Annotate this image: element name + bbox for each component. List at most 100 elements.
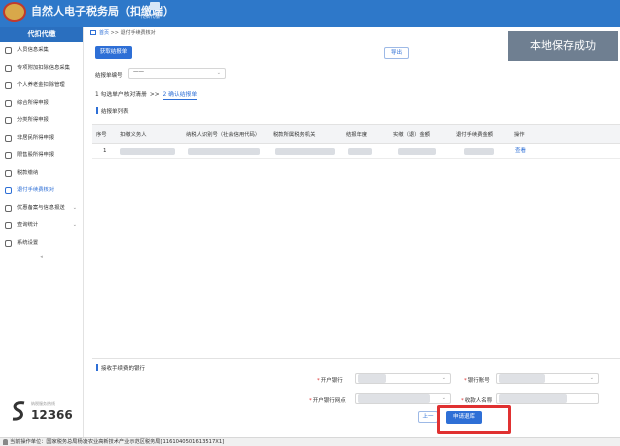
collapse-icon[interactable]: ◂: [0, 254, 83, 260]
table-row[interactable]: 1 查看: [92, 144, 620, 159]
hotline-logo-icon: [12, 401, 25, 421]
sidebar-item-label: 查询统计: [17, 222, 39, 228]
sidebar-item-preferential[interactable]: 优惠备案与信息报送 ⌄: [0, 200, 83, 218]
report-number-value: 一一: [133, 70, 145, 76]
bank-label-text: 开户银行: [320, 378, 343, 384]
payee-label-text: 收款人名称: [464, 398, 493, 404]
export-button[interactable]: 导出: [384, 47, 409, 59]
breadcrumb: 首页 >> 退付手续费核对: [90, 29, 156, 36]
sidebar-item-classified[interactable]: 分类所得申报: [0, 112, 83, 130]
hotline-number: 12366: [31, 408, 73, 422]
column-header: 扣缴义务人: [120, 132, 147, 138]
redacted-withholder: [120, 148, 175, 155]
status-bar: 当前操作单位：国家税务总局杨凌农业高新技术产业示范区税务局[1161040501…: [0, 437, 620, 446]
previous-button[interactable]: 上一: [418, 411, 438, 423]
document-icon: [5, 204, 12, 212]
person-icon: [5, 134, 12, 142]
redacted-fee-amount: [464, 148, 494, 155]
step-indicator: 1 勾选单户核对清册 >> 2 确认结报单: [95, 89, 198, 100]
payee-select[interactable]: [496, 393, 599, 404]
chevron-down-icon: ⌄: [72, 222, 77, 228]
branch-label-text: 开户银行网点: [312, 398, 346, 404]
document-icon: [5, 169, 12, 177]
sidebar-item-query[interactable]: 查询统计 ⌄: [0, 217, 83, 235]
save-success-toast: 本地保存成功: [508, 31, 618, 61]
bank-select[interactable]: ⌄: [355, 373, 451, 384]
sidebar-item-label: 专项附加扣除信息采集: [17, 64, 70, 71]
hotline-caption: 纳税服务热线: [31, 401, 55, 406]
sidebar-item-label: 分类所得申报: [17, 117, 49, 123]
redacted-tax-office: [275, 148, 335, 155]
sidebar-item-special-deduction[interactable]: 专项附加扣除信息采集: [0, 60, 83, 78]
column-header: 操作: [514, 132, 525, 138]
bank-panel: 接收手续费的银行 *开户银行 ⌄ *银行账号 ⌄ *开户银行网点 ⌄ *收款人名…: [92, 358, 620, 436]
app-header: 自然人电子税务局（扣缴端） 代扣代缴: [0, 0, 620, 27]
edit-icon: [5, 187, 12, 194]
search-icon: [5, 222, 12, 229]
column-header: 税款所属税务机关: [273, 132, 316, 138]
user-icon: [3, 439, 8, 445]
breadcrumb-home[interactable]: 首页: [99, 30, 109, 36]
sidebar-item-personnel[interactable]: 人员信息采集: [0, 42, 83, 60]
gear-icon: [5, 99, 12, 107]
sidebar-item-label: 退付手续费核对: [17, 187, 55, 193]
withholding-tab-icon[interactable]: [150, 2, 160, 10]
table-header: 序号 扣缴义务人 纳税人识别号（社会信用代码） 税款所属税务机关 结报年度 实缴…: [92, 124, 620, 144]
sidebar-item-fee-refund[interactable]: 退付手续费核对: [0, 182, 83, 200]
sidebar-item-settings[interactable]: 系统设置: [0, 235, 83, 253]
redacted-bank: [358, 374, 386, 383]
column-header: 实缴（退）金额: [393, 132, 431, 138]
sidebar-item-pension[interactable]: 个人养老金扣除管理: [0, 77, 83, 95]
breadcrumb-separator: >>: [110, 30, 119, 36]
report-number-label: 结报单编号: [95, 73, 123, 79]
settings-icon: [5, 239, 12, 247]
sidebar-item-label: 限售股所得申报: [17, 152, 55, 158]
required-mark: *: [317, 378, 320, 384]
chart-icon: [5, 152, 12, 159]
branch-select[interactable]: ⌄: [355, 393, 451, 404]
sidebar-item-tax-payment[interactable]: 税款缴纳: [0, 165, 83, 183]
redacted-taxpayer-id: [188, 148, 260, 155]
required-mark: *: [464, 378, 467, 384]
main-content: 首页 >> 退付手续费核对 获取结报单 导出 结报单编号 一一 ⌄ 1 勾选单户…: [85, 27, 620, 437]
account-select[interactable]: ⌄: [496, 373, 599, 384]
sidebar-item-label: 非居民所得申报: [17, 134, 55, 141]
sidebar-item-label: 优惠备案与信息报送: [17, 204, 65, 211]
chevron-down-icon: ⌄: [589, 375, 594, 381]
annotation-highlight-box: [437, 405, 511, 434]
step-confirm-report[interactable]: 2 确认结报单: [162, 92, 198, 100]
bank-label: *开户银行: [317, 376, 343, 384]
sidebar-item-comprehensive[interactable]: 综合所得申报: [0, 95, 83, 113]
user-icon: [5, 47, 12, 54]
home-icon[interactable]: [90, 30, 96, 35]
tax-emblem-icon: [3, 2, 26, 22]
redacted-account: [499, 374, 545, 383]
step-select-list[interactable]: 1 勾选单户核对清册: [95, 92, 147, 98]
branch-label: *开户银行网点: [309, 396, 346, 404]
sidebar: 代扣代缴 人员信息采集 专项附加扣除信息采集 个人养老金扣除管理 综合所得申报 …: [0, 27, 84, 437]
hotline-brand: 纳税服务热线 12366: [10, 397, 73, 427]
fetch-report-button[interactable]: 获取结报单: [95, 46, 132, 59]
sidebar-item-label: 系统设置: [17, 239, 39, 246]
account-label-text: 银行账号: [467, 378, 490, 384]
tab-withholding[interactable]: 代扣代缴: [140, 13, 160, 20]
chevron-down-icon: ⌄: [441, 375, 446, 381]
sidebar-item-nonresident[interactable]: 非居民所得申报: [0, 130, 83, 148]
column-header: 序号: [96, 132, 107, 138]
view-link[interactable]: 查看: [515, 144, 526, 159]
chevron-down-icon: ⌄: [216, 70, 221, 76]
redacted-payee: [499, 394, 567, 403]
person-card-icon: [5, 82, 12, 89]
report-number-select[interactable]: 一一 ⌄: [128, 68, 226, 79]
sidebar-item-restricted-stock[interactable]: 限售股所得申报: [0, 147, 83, 165]
report-list-title: 结报单列表: [96, 107, 129, 115]
sidebar-item-label: 税款缴纳: [17, 169, 39, 176]
sidebar-item-label: 人员信息采集: [17, 47, 49, 53]
step-separator: >>: [149, 92, 160, 98]
sidebar-item-label: 综合所得申报: [17, 99, 49, 106]
list-icon: [5, 64, 12, 72]
status-text: 当前操作单位：国家税务总局杨凌农业高新技术产业示范区税务局[1161040501…: [10, 439, 225, 445]
report-table: 序号 扣缴义务人 纳税人识别号（社会信用代码） 税款所属税务机关 结报年度 实缴…: [92, 124, 620, 159]
column-header: 退付手续费金额: [456, 132, 494, 138]
redacted-year: [348, 148, 372, 155]
